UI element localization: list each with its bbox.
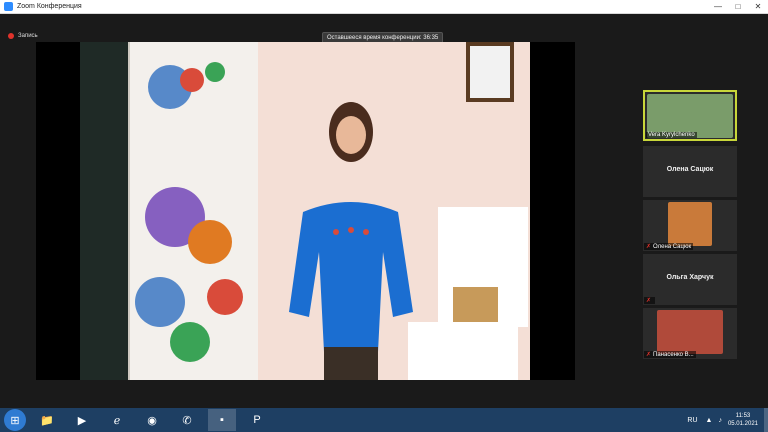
window-controls: — □ ✕ — [708, 0, 768, 13]
volume-icon[interactable]: ♪ — [718, 417, 722, 424]
active-speaker-video[interactable] — [36, 42, 575, 380]
window-title: Zoom Конференция — [17, 3, 82, 10]
participant-tile[interactable]: ✗ Олена Сацюк — [643, 200, 737, 251]
participant-name: Панасенко В... — [653, 351, 694, 358]
powerpoint-icon[interactable]: P — [243, 409, 271, 431]
participant-tile[interactable]: Vera Kyrylchenko — [643, 90, 737, 141]
meeting-stage: Запись Оставшееся время конференции: 36:… — [0, 14, 768, 408]
participant-tile[interactable]: ✗ Панасенко В... — [643, 308, 737, 359]
participant-nameplate: Vera Kyrylchenko — [646, 132, 697, 138]
record-dot-icon — [8, 33, 14, 39]
participant-video-thumbnail — [657, 310, 723, 354]
mic-muted-icon: ✗ — [646, 244, 652, 250]
system-tray: RU ▲ ♪ 11:53 05.01.2021 — [687, 408, 768, 432]
video-dark-panel — [80, 42, 128, 380]
zoom-logo-icon — [4, 2, 13, 11]
clock-date: 05.01.2021 — [727, 421, 758, 427]
close-button[interactable]: ✕ — [748, 0, 768, 13]
network-icon[interactable]: ▲ — [706, 417, 713, 424]
internet-explorer-icon[interactable]: ℯ — [103, 409, 131, 431]
recording-indicator[interactable]: Запись — [8, 33, 38, 39]
media-player-icon[interactable]: ▶ — [68, 409, 96, 431]
participant-nameplate: ✗ Панасенко В... — [644, 351, 696, 358]
minimize-button[interactable]: — — [708, 0, 728, 13]
folk-painting-image — [135, 62, 243, 362]
recording-label: Запись — [18, 33, 38, 39]
participant-name: Vera Kyrylchenko — [648, 132, 695, 138]
participant-name: Олена Сацюк — [666, 166, 714, 173]
mic-muted-icon: ✗ — [646, 352, 652, 358]
participant-nameplate: ✗ Олена Сацюк — [644, 243, 694, 250]
video-painted-panel — [128, 42, 260, 380]
participant-nameplate: ✗ — [644, 297, 656, 304]
title-bar: Zoom Конференция — □ ✕ — [0, 0, 768, 14]
participant-name: Олена Сацюк — [653, 243, 692, 250]
mic-muted-icon: ✗ — [646, 298, 652, 304]
person-in-video-image — [289, 42, 528, 380]
clock[interactable]: 11:53 05.01.2021 — [728, 412, 758, 428]
start-button[interactable]: ⊞ — [4, 409, 26, 431]
participant-tile[interactable]: Олена Сацюк — [643, 146, 737, 197]
participant-tile[interactable]: Ольга Харчук ✗ — [643, 254, 737, 305]
language-indicator[interactable]: RU — [687, 417, 697, 424]
zoom-icon[interactable]: ▪ — [208, 409, 236, 431]
video-right-bar — [530, 42, 575, 380]
maximize-button[interactable]: □ — [728, 0, 748, 13]
participant-video-thumbnail — [668, 202, 712, 246]
explorer-icon[interactable]: 📁 — [33, 409, 61, 431]
chrome-icon[interactable]: ◉ — [138, 409, 166, 431]
clock-time: 11:53 — [735, 413, 751, 419]
viber-icon[interactable]: ✆ — [173, 409, 201, 431]
windows-taskbar: ⊞ 📁 ▶ ℯ ◉ ✆ ▪ P RU ▲ ♪ 11:53 05.01.2021 — [0, 408, 768, 432]
video-wall — [258, 42, 530, 380]
participant-name: Ольга Харчук — [666, 274, 714, 281]
show-desktop-button[interactable] — [764, 408, 768, 432]
